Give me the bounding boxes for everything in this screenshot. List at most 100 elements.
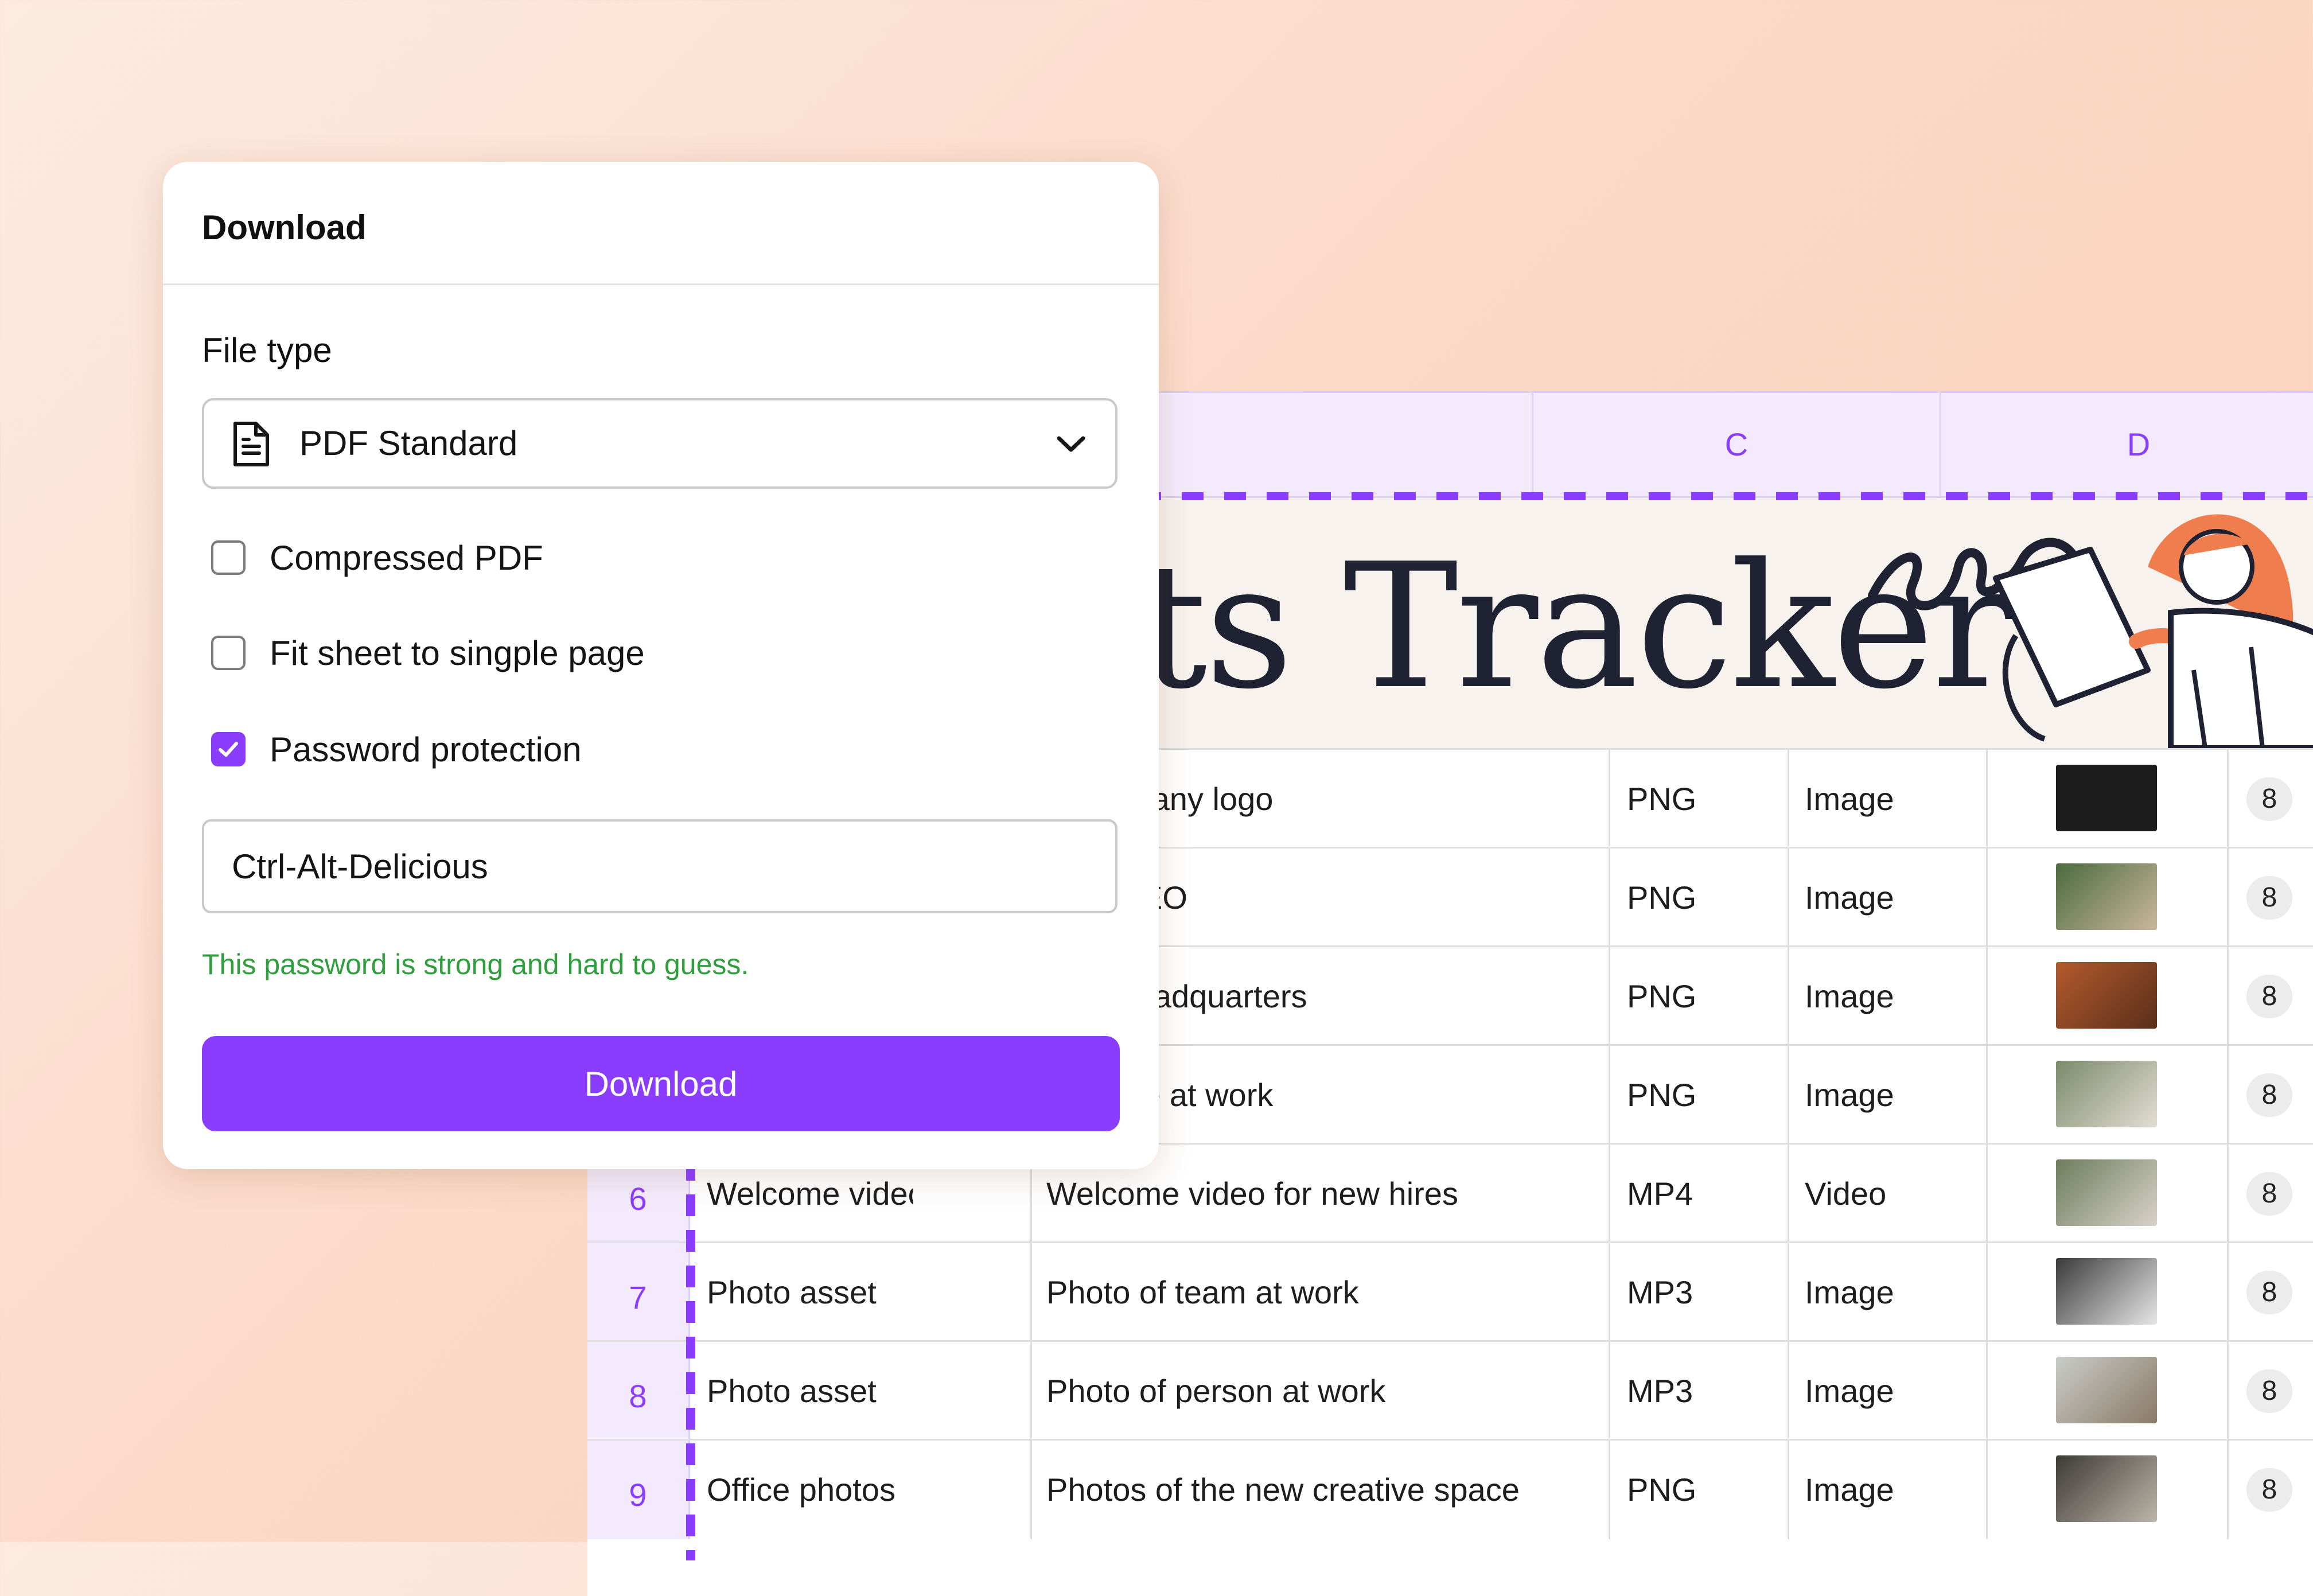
type-cell[interactable]: Image bbox=[1805, 1342, 1977, 1441]
password-protection-label: Password protection bbox=[270, 730, 582, 769]
description-cell[interactable]: Photo of person at work bbox=[1046, 1342, 1609, 1441]
person-with-tablet-illustration bbox=[1868, 514, 2313, 748]
cell-divider bbox=[1609, 1046, 1610, 1145]
asset-thumbnail[interactable] bbox=[2056, 1159, 2157, 1226]
password-strength-hint: This password is strong and hard to gues… bbox=[202, 948, 749, 980]
description-cell[interactable]: Photo of team at work bbox=[1046, 1243, 1609, 1342]
user-icon[interactable]: 8 bbox=[2246, 975, 2292, 1018]
asset-name-cell[interactable]: Photo asset bbox=[707, 1243, 913, 1342]
table-row[interactable]: 9 Office photos Photos of the new creative… bbox=[587, 1439, 2313, 1539]
checkmark-icon bbox=[219, 742, 238, 757]
asset-name-cell[interactable]: Photo asset bbox=[707, 1342, 913, 1441]
format-cell[interactable]: MP3 bbox=[1627, 1243, 1782, 1342]
cell-divider bbox=[1788, 1243, 1789, 1342]
cell-divider bbox=[2227, 1441, 2229, 1539]
cell-divider bbox=[1986, 1145, 1988, 1243]
document-icon bbox=[233, 422, 269, 466]
asset-thumbnail[interactable] bbox=[2056, 1061, 2157, 1127]
compressed-pdf-checkbox[interactable] bbox=[211, 540, 246, 575]
description-cell[interactable]: Photos of the new creative space bbox=[1046, 1441, 1609, 1539]
user-icon[interactable]: 8 bbox=[2246, 1073, 2292, 1117]
row-number[interactable]: 8 bbox=[587, 1342, 690, 1441]
cell-divider bbox=[2227, 1243, 2229, 1342]
asset-thumbnail[interactable] bbox=[2056, 765, 2157, 831]
type-cell[interactable]: Video bbox=[1805, 1145, 1977, 1243]
compressed-pdf-label: Compressed PDF bbox=[270, 539, 543, 577]
format-cell[interactable]: PNG bbox=[1627, 1441, 1782, 1539]
column-header-d[interactable]: D bbox=[1941, 393, 2313, 496]
selection-border-vertical bbox=[686, 1159, 695, 1560]
fit-sheet-label: Fit sheet to singple page bbox=[270, 634, 645, 672]
dialog-title: Download bbox=[202, 208, 367, 247]
type-cell[interactable]: Image bbox=[1805, 1441, 1977, 1539]
cell-divider bbox=[2227, 947, 2229, 1046]
table-row[interactable]: 8 Photo asset Photo of person at work MP3 Im… bbox=[587, 1340, 2313, 1441]
download-button[interactable]: Download bbox=[202, 1036, 1120, 1131]
format-cell[interactable]: MP4 bbox=[1627, 1145, 1782, 1243]
cell-divider bbox=[1609, 1342, 1610, 1441]
cell-divider bbox=[1030, 1441, 1032, 1539]
user-icon[interactable]: 8 bbox=[2246, 1172, 2292, 1216]
cell-divider bbox=[2227, 848, 2229, 947]
cell-divider bbox=[1030, 1243, 1032, 1342]
asset-thumbnail[interactable] bbox=[2056, 1357, 2157, 1423]
cell-divider bbox=[1609, 1145, 1610, 1243]
cell-divider bbox=[1986, 1441, 1988, 1539]
chevron-down-icon[interactable] bbox=[1056, 433, 1087, 456]
cell-divider bbox=[1609, 750, 1610, 848]
cell-divider bbox=[1609, 1243, 1610, 1342]
cell-divider bbox=[1788, 1441, 1789, 1539]
fit-sheet-checkbox[interactable] bbox=[211, 636, 246, 670]
file-type-value: PDF Standard bbox=[299, 424, 518, 462]
cell-divider bbox=[2227, 750, 2229, 848]
format-cell[interactable]: PNG bbox=[1627, 1046, 1782, 1145]
cell-divider bbox=[1986, 1342, 1988, 1441]
row-number[interactable]: 7 bbox=[587, 1243, 690, 1342]
file-type-label: File type bbox=[202, 331, 332, 369]
type-cell[interactable]: Image bbox=[1805, 750, 1977, 848]
password-input[interactable] bbox=[202, 819, 1117, 913]
column-header-c[interactable]: C bbox=[1533, 393, 1940, 496]
cell-divider bbox=[1609, 848, 1610, 947]
format-cell[interactable]: PNG bbox=[1627, 947, 1782, 1046]
asset-thumbnail[interactable] bbox=[2056, 863, 2157, 930]
file-type-select[interactable]: PDF Standard bbox=[202, 398, 1117, 489]
cell-divider bbox=[1986, 947, 1988, 1046]
cell-divider bbox=[1788, 848, 1789, 947]
user-icon[interactable]: 8 bbox=[2246, 1369, 2292, 1413]
type-cell[interactable]: Image bbox=[1805, 1243, 1977, 1342]
asset-thumbnail[interactable] bbox=[2056, 1455, 2157, 1522]
cell-divider bbox=[1788, 947, 1789, 1046]
asset-thumbnail[interactable] bbox=[2056, 962, 2157, 1029]
cell-divider bbox=[1986, 848, 1988, 947]
cell-divider bbox=[1986, 750, 1988, 848]
table-row[interactable]: 7 Photo asset Photo of team at work MP3 Imag… bbox=[587, 1241, 2313, 1342]
cell-divider bbox=[2227, 1342, 2229, 1441]
type-cell[interactable]: Image bbox=[1805, 848, 1977, 947]
user-icon[interactable]: 8 bbox=[2246, 1468, 2292, 1512]
type-cell[interactable]: Image bbox=[1805, 947, 1977, 1046]
cell-divider bbox=[2227, 1046, 2229, 1145]
format-cell[interactable]: PNG bbox=[1627, 848, 1782, 947]
cell-divider bbox=[1986, 1046, 1988, 1145]
row-number[interactable]: 9 bbox=[587, 1441, 690, 1539]
cell-divider bbox=[1788, 1145, 1789, 1243]
cell-divider bbox=[1986, 1243, 1988, 1342]
download-dialog: Download File type PDF Standard Compress… bbox=[163, 162, 1159, 1169]
user-icon[interactable]: 8 bbox=[2246, 876, 2292, 920]
cell-divider bbox=[1788, 1342, 1789, 1441]
cell-divider bbox=[2227, 1145, 2229, 1243]
format-cell[interactable]: MP3 bbox=[1627, 1342, 1782, 1441]
user-icon[interactable]: 8 bbox=[2246, 777, 2292, 821]
user-icon[interactable]: 8 bbox=[2246, 1271, 2292, 1314]
asset-name-cell[interactable]: Office photos bbox=[707, 1441, 913, 1539]
asset-thumbnail[interactable] bbox=[2056, 1258, 2157, 1325]
dialog-divider bbox=[163, 283, 1159, 285]
format-cell[interactable]: PNG bbox=[1627, 750, 1782, 848]
cell-divider bbox=[1609, 947, 1610, 1046]
cell-divider bbox=[1788, 750, 1789, 848]
cell-divider bbox=[1609, 1441, 1610, 1539]
type-cell[interactable]: Image bbox=[1805, 1046, 1977, 1145]
password-protection-checkbox[interactable] bbox=[211, 732, 246, 766]
cell-divider bbox=[1030, 1342, 1032, 1441]
